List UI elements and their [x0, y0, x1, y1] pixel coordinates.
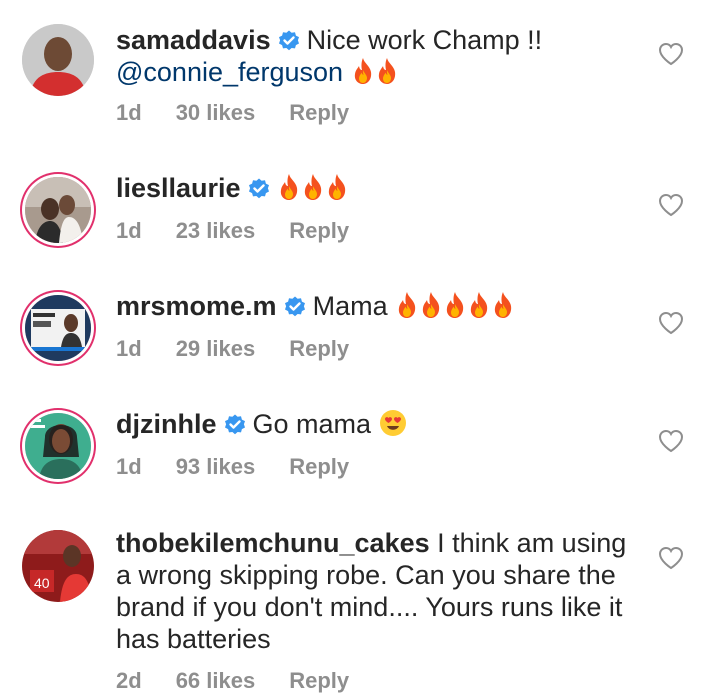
avatar[interactable] — [22, 24, 94, 96]
fire-emoji-icon — [277, 173, 301, 201]
likes-count[interactable]: 30 likes — [176, 100, 256, 125]
fire-emoji-icon — [395, 291, 419, 319]
avatar[interactable]: 40 — [22, 530, 94, 602]
fire-emoji-icon — [419, 291, 443, 319]
fire-emoji-icon — [351, 57, 375, 85]
comment-age: 1d — [116, 336, 142, 361]
username[interactable]: samaddavis — [116, 25, 271, 55]
username[interactable]: liesllaurie — [116, 173, 241, 203]
comment-age: 2d — [116, 668, 142, 693]
verified-badge-icon — [247, 176, 271, 200]
avatar[interactable] — [25, 295, 91, 361]
likes-count[interactable]: 93 likes — [176, 454, 256, 479]
svg-text:40: 40 — [34, 575, 50, 591]
verified-badge-icon — [277, 28, 301, 52]
verified-badge-icon — [283, 294, 307, 318]
fire-emoji-icon — [375, 57, 399, 85]
comment-text: Nice work Champ !! — [306, 25, 543, 55]
likes-count[interactable]: 23 likes — [176, 218, 256, 243]
likes-count[interactable]: 66 likes — [176, 668, 256, 693]
username[interactable]: thobekilemchunu_cakes — [116, 528, 430, 558]
comment-text: Go mama — [252, 409, 372, 439]
avatar[interactable] — [25, 177, 91, 243]
fire-emoji-icon — [443, 291, 467, 319]
like-heart-icon[interactable] — [658, 546, 684, 570]
reply-button[interactable]: Reply — [289, 218, 349, 243]
heart-eyes-emoji-icon — [379, 410, 406, 436]
username[interactable]: mrsmome.m — [116, 291, 277, 321]
avatar[interactable] — [25, 413, 91, 479]
reply-button[interactable]: Reply — [289, 668, 349, 693]
username[interactable]: djzinhle — [116, 409, 217, 439]
likes-count[interactable]: 29 likes — [176, 336, 256, 361]
like-heart-icon[interactable] — [658, 42, 684, 66]
comment-age: 1d — [116, 218, 142, 243]
like-heart-icon[interactable] — [658, 429, 684, 453]
like-heart-icon[interactable] — [658, 193, 684, 217]
reply-button[interactable]: Reply — [289, 336, 349, 361]
reply-button[interactable]: Reply — [289, 454, 349, 479]
comment-age: 1d — [116, 100, 142, 125]
verified-badge-icon — [223, 412, 247, 436]
comment-text: Mama — [312, 291, 388, 321]
comment-age: 1d — [116, 454, 142, 479]
fire-emoji-icon — [467, 291, 491, 319]
fire-emoji-icon — [301, 173, 325, 201]
reply-button[interactable]: Reply — [289, 100, 349, 125]
mention-link[interactable]: @connie_ferguson — [116, 57, 343, 87]
fire-emoji-icon — [325, 173, 349, 201]
like-heart-icon[interactable] — [658, 311, 684, 335]
fire-emoji-icon — [491, 291, 515, 319]
